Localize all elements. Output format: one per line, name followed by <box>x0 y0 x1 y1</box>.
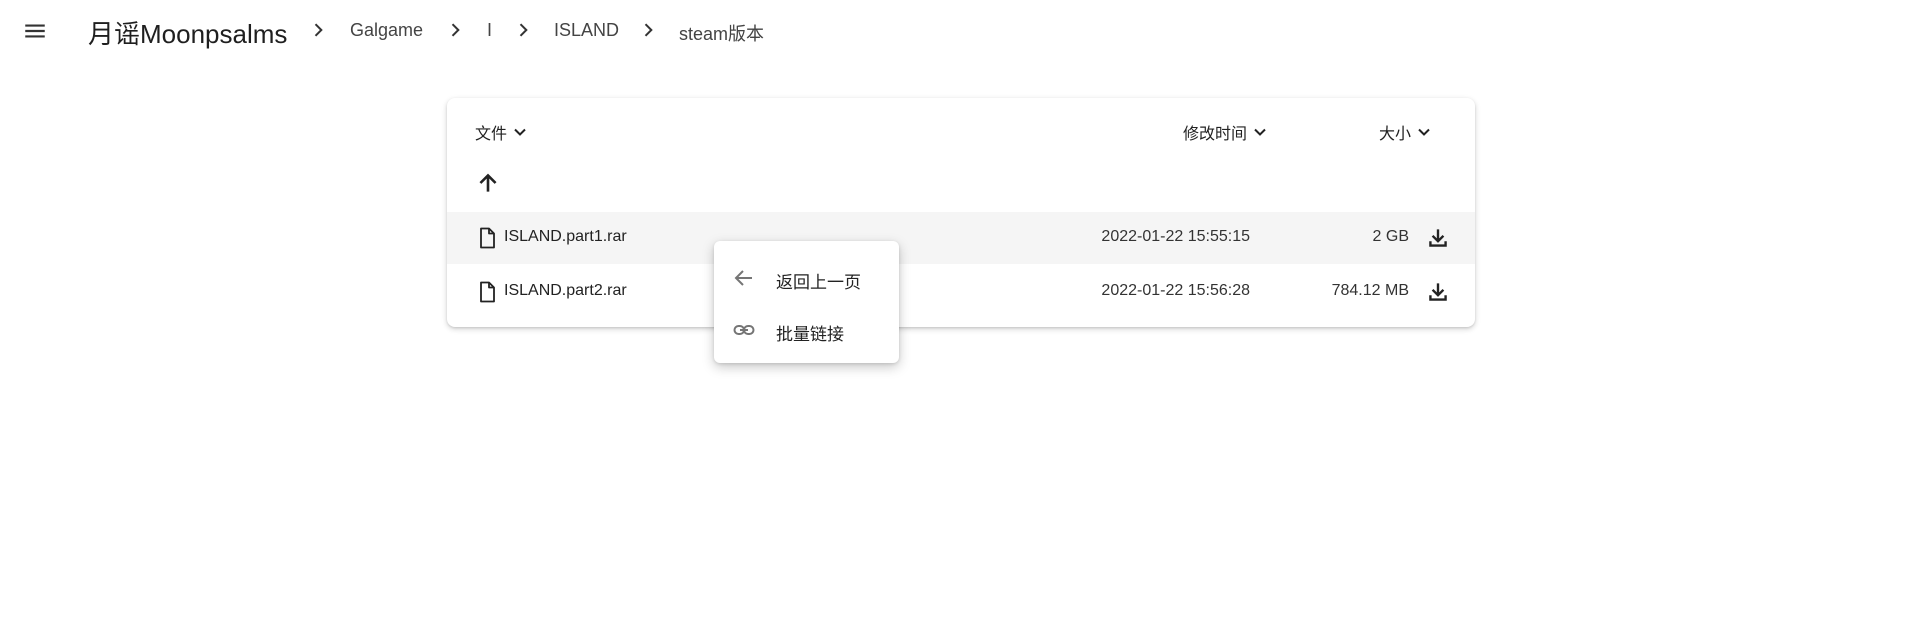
arrow-up-icon[interactable] <box>475 170 501 196</box>
breadcrumb-item-i[interactable]: I <box>487 20 492 41</box>
column-header-name-label: 文件 <box>475 126 508 143</box>
column-header-size[interactable]: 大小 <box>1379 120 1434 144</box>
context-menu-item-label: 返回上一页 <box>776 273 861 292</box>
chevron-right-icon <box>308 20 328 40</box>
breadcrumb-item-island[interactable]: ISLAND <box>554 20 619 41</box>
breadcrumb-item-steam[interactable]: steam版本 <box>679 20 764 46</box>
column-header-size-label: 大小 <box>1379 126 1412 143</box>
file-icon <box>475 280 499 304</box>
column-header-modified-label: 修改时间 <box>1183 126 1248 143</box>
context-menu-item-back[interactable]: 返回上一页 <box>714 253 899 303</box>
breadcrumb-item-galgame[interactable]: Galgame <box>350 20 423 41</box>
top-bar: 月谣Moonpsalms Galgame I ISLAND steam版本 <box>0 0 1920 62</box>
file-name[interactable]: ISLAND.part1.rar <box>504 228 627 246</box>
file-name[interactable]: ISLAND.part2.rar <box>504 282 627 300</box>
chevron-down-icon <box>1411 122 1434 142</box>
file-size: 2 GB <box>1372 228 1409 245</box>
download-icon[interactable] <box>1425 279 1451 305</box>
column-header-modified[interactable]: 修改时间 <box>1183 120 1270 144</box>
site-title[interactable]: 月谣Moonpsalms <box>88 14 287 51</box>
context-menu: 返回上一页 批量链接 <box>714 241 899 363</box>
chevron-down-icon <box>507 122 530 142</box>
menu-icon[interactable] <box>22 18 48 44</box>
file-size: 784.12 MB <box>1331 282 1409 299</box>
file-modified: 2022-01-22 15:55:15 <box>1101 228 1250 245</box>
file-list-card: 文件 修改时间 大小 ISLAND.part1.rar 2022-01-22 1… <box>447 98 1475 327</box>
chevron-down-icon <box>1247 122 1270 142</box>
download-icon[interactable] <box>1425 225 1451 251</box>
column-header-name[interactable]: 文件 <box>475 120 530 144</box>
context-menu-item-label: 批量链接 <box>776 325 844 344</box>
chevron-right-icon <box>445 20 465 40</box>
table-row[interactable]: ISLAND.part2.rar 2022-01-22 15:56:28 784… <box>447 266 1475 318</box>
arrow-left-icon <box>732 266 756 290</box>
chevron-right-icon <box>638 20 658 40</box>
chevron-right-icon <box>513 20 533 40</box>
context-menu-item-batch-link[interactable]: 批量链接 <box>714 305 899 355</box>
link-icon <box>732 318 756 342</box>
file-modified: 2022-01-22 15:56:28 <box>1101 282 1250 299</box>
table-row[interactable]: ISLAND.part1.rar 2022-01-22 15:55:15 2 G… <box>447 212 1475 264</box>
file-icon <box>475 226 499 250</box>
